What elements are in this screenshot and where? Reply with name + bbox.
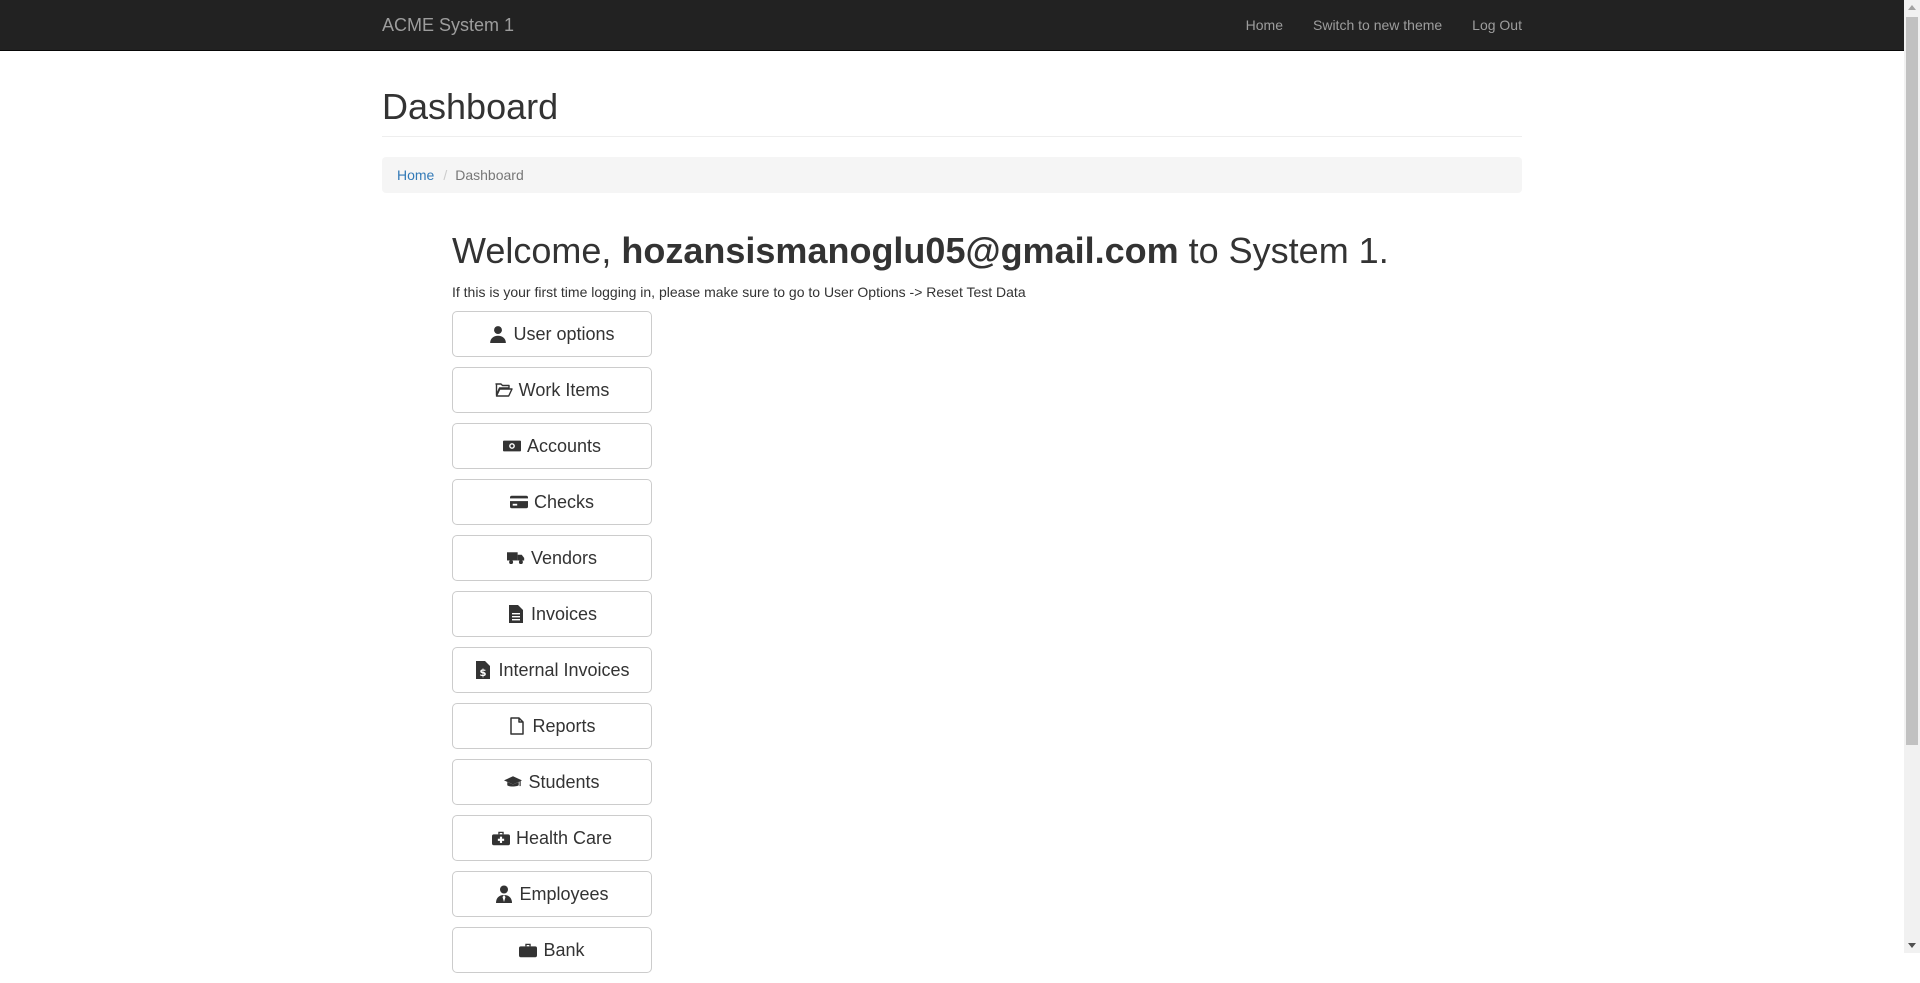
students-button[interactable]: Students bbox=[452, 759, 652, 805]
welcome-prefix: Welcome, bbox=[452, 230, 622, 271]
money-icon bbox=[502, 437, 521, 455]
user-email: hozansismanoglu05@gmail.com bbox=[621, 230, 1179, 271]
checks-button[interactable]: Checks bbox=[452, 479, 652, 525]
button-label: Invoices bbox=[530, 603, 598, 624]
medkit-icon bbox=[491, 829, 510, 847]
briefcase-icon bbox=[519, 941, 538, 959]
brand-link[interactable]: ACME System 1 bbox=[382, 13, 514, 37]
scrollbar-thumb[interactable] bbox=[1906, 17, 1918, 745]
reports-button[interactable]: Reports bbox=[452, 703, 652, 749]
dashboard-content: Welcome, hozansismanoglu05@gmail.com to … bbox=[452, 231, 1522, 973]
button-label: Internal Invoices bbox=[498, 659, 630, 680]
nav-switch-theme-link[interactable]: Switch to new theme bbox=[1313, 15, 1442, 35]
accounts-button[interactable]: Accounts bbox=[452, 423, 652, 469]
user-icon bbox=[489, 325, 507, 343]
page-title: Dashboard bbox=[382, 86, 559, 127]
vendors-button[interactable]: Vendors bbox=[452, 535, 652, 581]
welcome-suffix: to System 1. bbox=[1178, 230, 1389, 271]
button-label: Vendors bbox=[530, 547, 598, 568]
svg-text:$: $ bbox=[480, 668, 487, 679]
folder-open-icon bbox=[494, 381, 513, 399]
nav-home-link[interactable]: Home bbox=[1246, 15, 1283, 35]
button-label: Students bbox=[528, 771, 600, 792]
top-navbar: ACME System 1 Home Switch to new theme L… bbox=[0, 0, 1904, 51]
user-options-button[interactable]: User options bbox=[452, 311, 652, 357]
user-tie-icon bbox=[495, 885, 513, 903]
button-label: Employees bbox=[519, 883, 609, 904]
health-care-button[interactable]: Health Care bbox=[452, 815, 652, 861]
first-login-note: If this is your first time logging in, p… bbox=[452, 284, 1026, 300]
invoices-button[interactable]: Invoices bbox=[452, 591, 652, 637]
button-label: Work Items bbox=[518, 379, 610, 400]
button-label: Checks bbox=[533, 491, 595, 512]
file-icon bbox=[508, 717, 526, 735]
nav-logout-link[interactable]: Log Out bbox=[1472, 15, 1522, 35]
button-label: Reports bbox=[532, 715, 596, 736]
scroll-up-arrow-icon[interactable] bbox=[1908, 5, 1916, 10]
button-label: Bank bbox=[543, 939, 585, 960]
file-invoice-dollar-icon: $ bbox=[474, 661, 492, 679]
internal-invoices-button[interactable]: $ Internal Invoices bbox=[452, 647, 652, 693]
work-items-button[interactable]: Work Items bbox=[452, 367, 652, 413]
breadcrumb: Home / Dashboard bbox=[382, 157, 1522, 193]
page-header: Dashboard bbox=[382, 87, 1522, 137]
button-label: Accounts bbox=[526, 435, 602, 456]
button-label: Health Care bbox=[515, 827, 613, 848]
breadcrumb-current: Dashboard bbox=[455, 167, 524, 183]
nav-links: Home Switch to new theme Log Out bbox=[1216, 0, 1522, 50]
truck-icon bbox=[506, 549, 525, 567]
graduation-cap-icon bbox=[504, 773, 523, 791]
page-scrollbar[interactable] bbox=[1904, 0, 1920, 953]
scroll-down-arrow-icon[interactable] bbox=[1908, 943, 1916, 948]
employees-button[interactable]: Employees bbox=[452, 871, 652, 917]
breadcrumb-home-link[interactable]: Home bbox=[397, 165, 434, 185]
file-text-icon bbox=[507, 605, 525, 623]
breadcrumb-separator: / bbox=[443, 167, 448, 183]
main-container: Dashboard Home / Dashboard Welcome, hoza… bbox=[382, 51, 1522, 983]
button-label: User options bbox=[513, 323, 615, 344]
dashboard-button-list: User options Work Items Accounts Checks … bbox=[452, 311, 1522, 973]
credit-card-icon bbox=[509, 493, 528, 511]
bank-button[interactable]: Bank bbox=[452, 927, 652, 973]
welcome-heading: Welcome, hozansismanoglu05@gmail.com to … bbox=[452, 231, 1522, 271]
